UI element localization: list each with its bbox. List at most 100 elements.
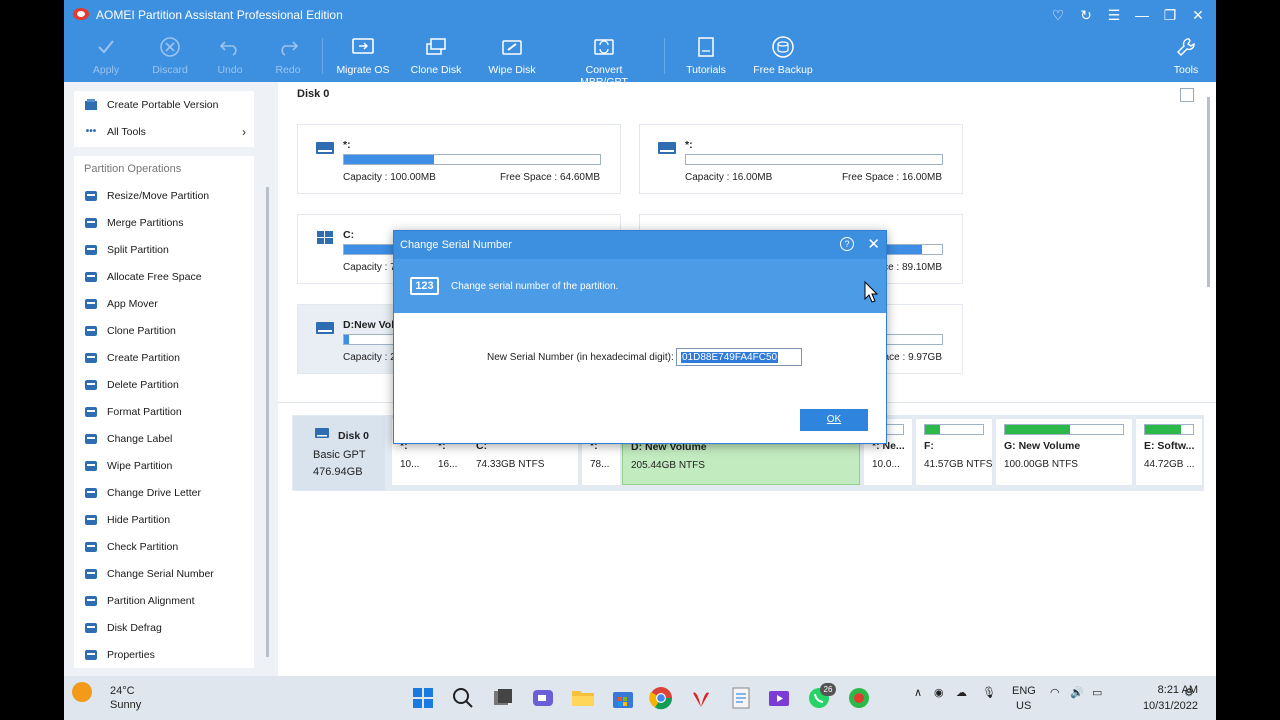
task-view-icon[interactable] (490, 685, 516, 711)
wipe-disk-button[interactable]: Wipe Disk (484, 34, 540, 76)
search-icon[interactable] (450, 685, 476, 711)
title-bar: AOMEI Partition Assistant Professional E… (64, 0, 1216, 88)
volume-icon[interactable]: 🔊 (1070, 686, 1084, 699)
migrate-os-label: Migrate OS (336, 64, 390, 76)
segment-name: F: (924, 440, 934, 452)
sidebar-item-all-tools[interactable]: ••• All Tools › (74, 118, 254, 145)
file-explorer-icon[interactable] (570, 685, 596, 711)
sidebar-item-format[interactable]: Format Partition (74, 398, 254, 425)
redo-button[interactable]: Redo (268, 34, 308, 76)
sidebar-item-clone[interactable]: Clone Partition (74, 317, 254, 344)
sidebar-item-label: Allocate Free Space (107, 270, 202, 283)
notepad-icon[interactable] (728, 685, 754, 711)
mouse-cursor-icon (864, 281, 879, 303)
undo-label: Undo (217, 64, 243, 76)
sidebar-item-serial[interactable]: Change Serial Number (74, 560, 254, 587)
free-backup-button[interactable]: Free Backup (750, 34, 816, 76)
dialog-description: Change serial number of the partition. (451, 281, 619, 292)
main-scrollbar[interactable] (1207, 97, 1210, 287)
ok-button[interactable]: OK (800, 409, 868, 431)
wrench-icon (1166, 34, 1206, 60)
menu-icon[interactable]: ☰ (1102, 4, 1126, 26)
sidebar-item-label: App Mover (107, 297, 158, 310)
clone-disk-button[interactable]: Clone Disk (408, 34, 464, 76)
tools-button[interactable]: Tools (1166, 34, 1206, 76)
toolbar-separator (664, 38, 665, 74)
cloud-icon[interactable]: ☁ (956, 686, 967, 699)
sidebar-item-alignment[interactable]: Partition Alignment (74, 587, 254, 614)
sidebar-item-label: Split Partition (107, 243, 169, 256)
sidebar-item-split[interactable]: Split Partition (74, 236, 254, 263)
weather-temp[interactable]: 24°C (110, 685, 135, 697)
sidebar-item-drive-letter[interactable]: Change Drive Letter (74, 479, 254, 506)
chat-icon[interactable] (530, 685, 556, 711)
language-indicator[interactable]: ENG (1012, 685, 1036, 697)
video-editor-icon[interactable] (766, 685, 792, 711)
sidebar-item-merge[interactable]: Merge Partitions (74, 209, 254, 236)
partition-card[interactable]: *: Capacity : 16.00MB Free Space : 16.00MB (639, 124, 963, 194)
sidebar-item-wipe[interactable]: Wipe Partition (74, 452, 254, 479)
app-mover-icon (84, 297, 98, 311)
dialog-close-icon[interactable]: ✕ (867, 235, 880, 253)
battery-icon[interactable]: ▭ (1092, 686, 1102, 699)
sidebar-item-create[interactable]: Create Partition (74, 344, 254, 371)
chrome-icon[interactable] (648, 685, 674, 711)
segment-info: 41.57GB NTFS (924, 459, 992, 470)
huawei-icon[interactable] (688, 685, 714, 711)
sidebar-item-label[interactable]: Change Label (74, 425, 254, 452)
tutorials-button[interactable]: Tutorials (682, 34, 730, 76)
aomei-taskbar-icon[interactable] (846, 685, 872, 711)
capacity-text: Capacity : 7 (343, 262, 396, 273)
migrate-os-button[interactable]: Migrate OS (334, 34, 392, 76)
close-button[interactable]: ✕ (1186, 4, 1210, 26)
sidebar-item-portable[interactable]: Create Portable Version (74, 91, 254, 118)
undo-button[interactable]: Undo (210, 34, 250, 76)
sidebar-scrollbar[interactable] (266, 187, 269, 657)
disk-segment[interactable]: F: 41.57GB NTFS (916, 419, 992, 485)
convert-mbr-gpt-button[interactable]: Convert MBR/GPT (562, 34, 646, 88)
store-icon[interactable] (610, 685, 636, 711)
redo-label: Redo (275, 64, 301, 76)
partition-name: *: (685, 139, 693, 151)
tools-label: Tools (1173, 64, 1199, 76)
wifi-icon[interactable]: ◠ (1050, 686, 1060, 699)
view-toggle-icon[interactable] (1180, 88, 1194, 102)
windows-start-icon[interactable] (410, 685, 436, 711)
format-icon (84, 405, 98, 419)
sidebar-item-allocate[interactable]: Allocate Free Space (74, 263, 254, 290)
settings-gear-icon[interactable]: ⚙ (1184, 686, 1194, 699)
disk-info[interactable]: Disk 0 Basic GPT 476.94GB (293, 416, 385, 490)
maximize-button[interactable]: ❐ (1158, 4, 1182, 26)
tray-app-icon[interactable]: ◉ (934, 686, 944, 699)
disk-segment[interactable]: E: Softw... 44.72GB ... (1136, 419, 1202, 485)
disk-segment[interactable]: G: New Volume 100.00GB NTFS (996, 419, 1132, 485)
sidebar-item-check[interactable]: Check Partition (74, 533, 254, 560)
help-icon[interactable]: ? (840, 237, 854, 251)
weather-desc[interactable]: Sunny (110, 699, 141, 711)
microphone-icon[interactable]: 🎙 (982, 686, 996, 699)
clock-date[interactable]: 10/31/2022 (1114, 700, 1198, 712)
sidebar-item-resize[interactable]: Resize/Move Partition (74, 182, 254, 209)
apply-button[interactable]: Apply (86, 34, 126, 76)
dialog-title: Change Serial Number (400, 239, 512, 251)
partition-operations-card: Partition Operations Resize/Move Partiti… (74, 156, 254, 668)
serial-number-input[interactable]: 01D88E749FA4FC50 (676, 348, 802, 366)
sidebar-item-properties[interactable]: Properties (74, 641, 254, 668)
sidebar-item-defrag[interactable]: Disk Defrag (74, 614, 254, 641)
sidebar-item-hide[interactable]: Hide Partition (74, 506, 254, 533)
sidebar-item-delete[interactable]: Delete Partition (74, 371, 254, 398)
change-serial-dialog: Change Serial Number ? ✕ 123 Change seri… (393, 230, 887, 444)
defrag-icon (84, 621, 98, 635)
favorite-icon[interactable]: ♡ (1046, 4, 1070, 26)
refresh-icon[interactable]: ↻ (1074, 4, 1098, 26)
minimize-button[interactable]: — (1130, 4, 1154, 26)
keyboard-layout[interactable]: US (1016, 700, 1031, 712)
tray-chevron-up-icon[interactable]: ∧ (914, 686, 922, 699)
sidebar-item-app-mover[interactable]: App Mover (74, 290, 254, 317)
partition-card[interactable]: *: Capacity : 100.00MB Free Space : 64.60M… (297, 124, 621, 194)
discard-button[interactable]: Discard (150, 34, 190, 76)
segment-info: 10... (400, 459, 420, 470)
window-title: AOMEI Partition Assistant Professional E… (96, 8, 343, 22)
discard-icon (150, 34, 190, 60)
segment-info: 78... (590, 459, 610, 470)
